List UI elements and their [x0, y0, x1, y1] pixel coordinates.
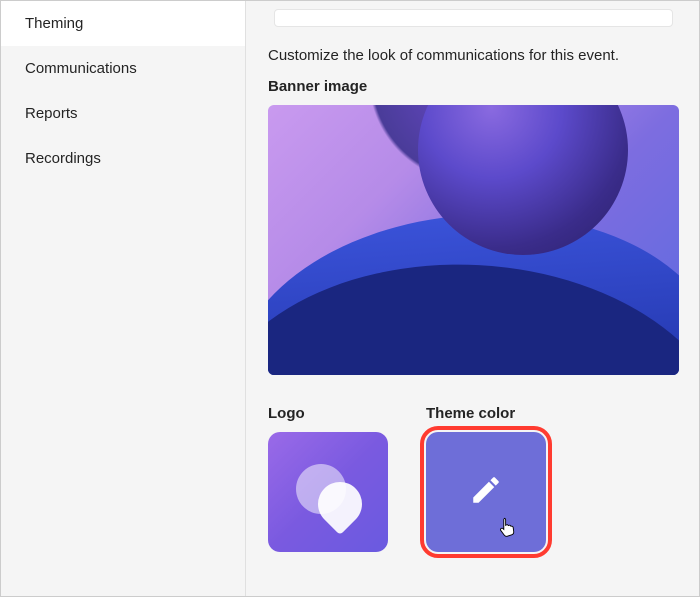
pencil-icon [469, 473, 503, 512]
sidebar: Theming Communications Reports Recording… [1, 1, 246, 596]
tiles-row: Logo Theme color [268, 405, 679, 552]
theming-description: Customize the look of communications for… [268, 47, 679, 64]
theme-color-column: Theme color [426, 405, 546, 552]
sidebar-item-reports[interactable]: Reports [1, 91, 245, 136]
sidebar-item-label: Recordings [25, 150, 101, 167]
sidebar-item-recordings[interactable]: Recordings [1, 136, 245, 181]
banner-image-title: Banner image [268, 78, 679, 95]
settings-layout: Theming Communications Reports Recording… [1, 1, 699, 596]
banner-image-preview[interactable] [268, 105, 679, 375]
sidebar-item-communications[interactable]: Communications [1, 46, 245, 91]
theme-color-tile[interactable] [426, 432, 546, 552]
logo-column: Logo [268, 405, 388, 552]
collapsed-card [274, 9, 673, 27]
pointer-cursor-icon [496, 516, 518, 538]
logo-title: Logo [268, 405, 388, 422]
main-panel: Customize the look of communications for… [246, 1, 699, 596]
sidebar-item-label: Communications [25, 60, 137, 77]
logo-tile[interactable] [268, 432, 388, 552]
theme-color-title: Theme color [426, 405, 546, 422]
sidebar-item-label: Theming [25, 15, 83, 32]
sidebar-item-theming[interactable]: Theming [1, 1, 245, 46]
sidebar-item-label: Reports [25, 105, 78, 122]
theme-color-wrap [426, 432, 546, 552]
